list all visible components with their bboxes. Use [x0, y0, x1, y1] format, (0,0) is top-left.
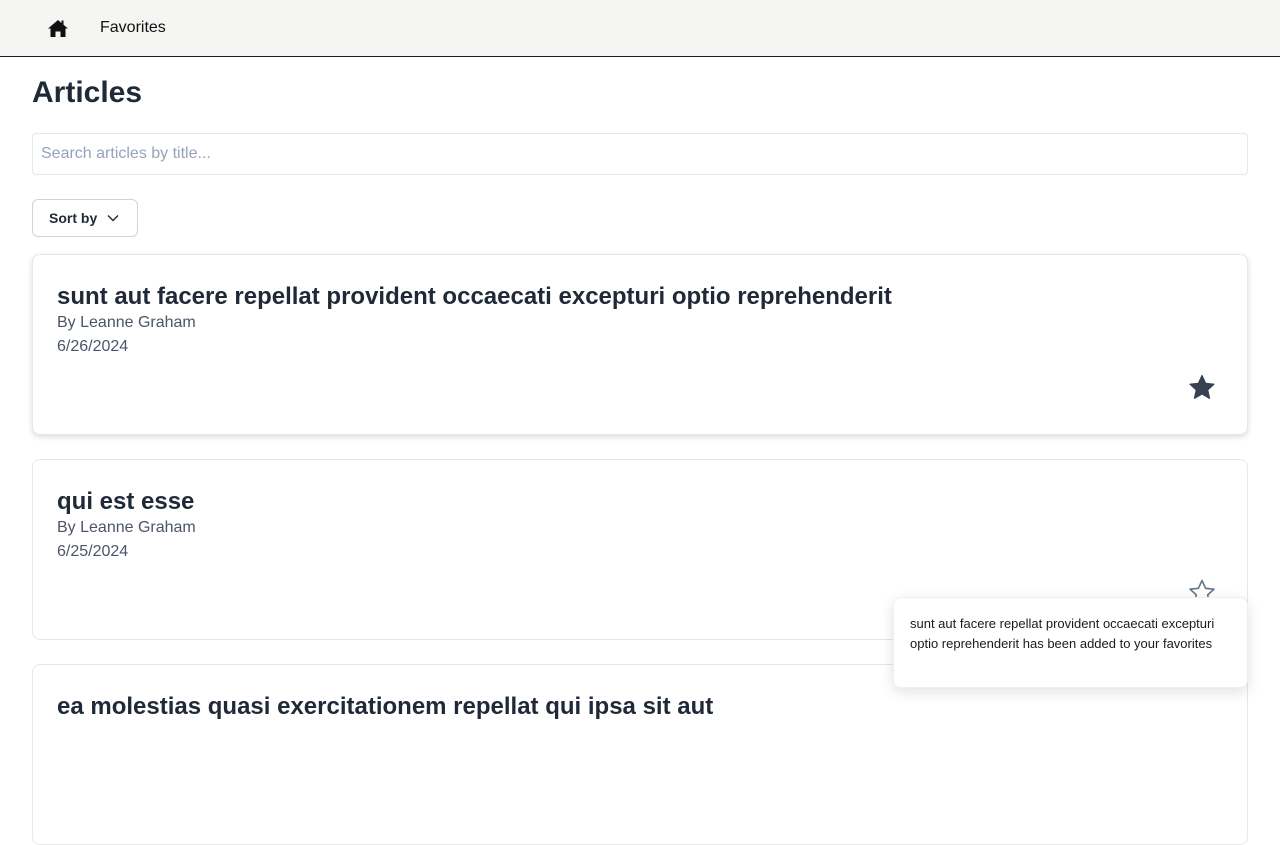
article-title[interactable]: ea molestias quasi exercitationem repell… [57, 692, 713, 722]
article-author: By Leanne Graham [57, 314, 196, 331]
article-title[interactable]: qui est esse [57, 487, 194, 517]
home-icon [48, 19, 68, 37]
star-filled-icon [1189, 374, 1215, 399]
toast-message: sunt aut facere repellat provident occae… [910, 616, 1215, 651]
article-author: By Leanne Graham [57, 519, 196, 536]
article-date: 6/25/2024 [57, 543, 129, 560]
article-card[interactable]: sunt aut facere repellat provident occae… [32, 254, 1248, 435]
article-date: 6/26/2024 [57, 338, 129, 355]
page-title: Articles [32, 76, 143, 109]
home-button[interactable] [47, 18, 69, 38]
article-card[interactable]: ea molestias quasi exercitationem repell… [32, 664, 1248, 845]
nav-link-favorites[interactable]: Favorites [100, 18, 166, 38]
chevron-down-icon [107, 215, 119, 222]
search-input[interactable] [32, 133, 1248, 175]
article-title[interactable]: sunt aut facere repellat provident occae… [57, 282, 892, 312]
favorite-added-toast: sunt aut facere repellat provident occae… [893, 597, 1248, 688]
top-navigation-bar: Favorites [0, 0, 1280, 57]
sort-by-label: Sort by [49, 210, 98, 226]
sort-by-dropdown[interactable]: Sort by [32, 199, 138, 237]
favorite-toggle-button[interactable] [1187, 372, 1217, 402]
